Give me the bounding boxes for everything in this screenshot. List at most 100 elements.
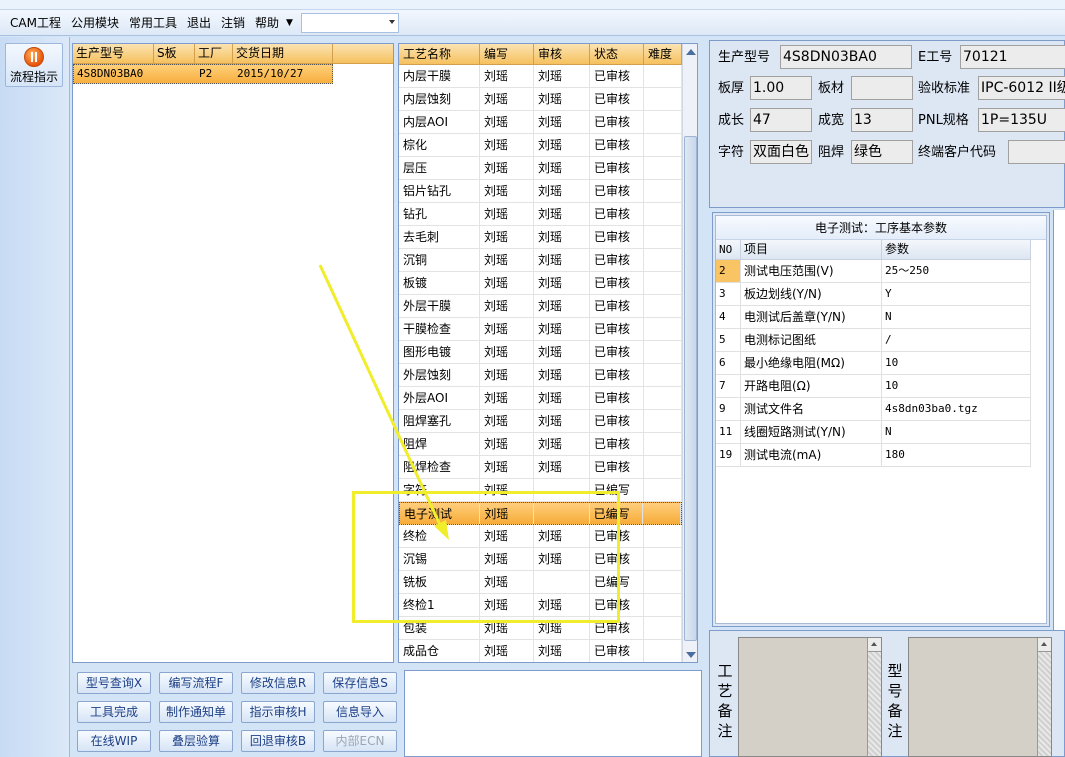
material-field[interactable] bbox=[851, 76, 913, 100]
process-note-scrollbar[interactable] bbox=[867, 638, 881, 756]
table-row[interactable]: 铣板 刘瑶 已编写 bbox=[399, 571, 682, 594]
action-button[interactable]: 回退审核B bbox=[241, 730, 315, 752]
action-button[interactable]: 指示审核H bbox=[241, 701, 315, 723]
menu-more-arrow[interactable]: ▼ bbox=[284, 10, 295, 36]
action-button[interactable]: 型号查询X bbox=[77, 672, 151, 694]
action-button[interactable]: 修改信息R bbox=[241, 672, 315, 694]
table-row[interactable]: 字符 刘瑶 已编写 bbox=[399, 479, 682, 502]
table-row[interactable]: 成品仓 刘瑶 刘瑶 已审核 bbox=[399, 640, 682, 662]
table-row[interactable]: 内层AOI 刘瑶 刘瑶 已审核 bbox=[399, 111, 682, 134]
material-label: 板材 bbox=[818, 81, 845, 96]
table-row[interactable]: 电子测试 刘瑶 已编写 bbox=[399, 502, 682, 525]
menu-exit[interactable]: 退出 bbox=[182, 10, 216, 36]
table-row[interactable]: 4 电测试后盖章(Y/N) N bbox=[716, 306, 1031, 329]
menu-common-module[interactable]: 公用模块 bbox=[66, 10, 124, 36]
table-row[interactable]: 干膜检查 刘瑶 刘瑶 已审核 bbox=[399, 318, 682, 341]
action-button[interactable]: 叠层验算 bbox=[159, 730, 233, 752]
table-row[interactable]: 11 线圈短路测试(Y/N) N bbox=[716, 421, 1031, 444]
width-field[interactable]: 13 bbox=[851, 108, 913, 132]
model-note-textbox[interactable] bbox=[908, 637, 1052, 757]
col-factory[interactable]: 工厂 bbox=[195, 44, 233, 63]
cell-writer: 刘瑶 bbox=[480, 410, 534, 432]
model-field[interactable]: 4S8DN03BA0 bbox=[780, 45, 912, 69]
standard-field[interactable]: IPC-6012 II级 bbox=[978, 76, 1065, 100]
process-note-textbox[interactable] bbox=[738, 637, 882, 757]
menu-logout[interactable]: 注销 bbox=[216, 10, 250, 36]
table-row[interactable]: 钻孔 刘瑶 刘瑶 已审核 bbox=[399, 203, 682, 226]
table-row[interactable]: 阻焊检查 刘瑶 刘瑶 已审核 bbox=[399, 456, 682, 479]
scroll-down-icon[interactable] bbox=[686, 652, 696, 658]
table-row[interactable]: 沉锡 刘瑶 刘瑶 已审核 bbox=[399, 548, 682, 571]
table-row[interactable]: 内层干膜 刘瑶 刘瑶 已审核 bbox=[399, 65, 682, 88]
chevron-down-icon[interactable] bbox=[388, 19, 395, 24]
table-row[interactable]: 沉铜 刘瑶 刘瑶 已审核 bbox=[399, 249, 682, 272]
mask-field[interactable]: 绿色 bbox=[851, 140, 913, 164]
cell-process-name: 阻焊塞孔 bbox=[399, 410, 480, 432]
model-note-char: 备 bbox=[887, 702, 903, 720]
table-row[interactable]: 阻焊塞孔 刘瑶 刘瑶 已审核 bbox=[399, 410, 682, 433]
model-note-label: 型 号 备 注 bbox=[886, 661, 904, 741]
thickness-field[interactable]: 1.00 bbox=[750, 76, 812, 100]
cell-writer: 刘瑶 bbox=[480, 433, 534, 455]
table-row[interactable]: 终检1 刘瑶 刘瑶 已审核 bbox=[399, 594, 682, 617]
menu-tools[interactable]: 常用工具 bbox=[124, 10, 182, 36]
table-row[interactable]: 9 测试文件名 4s8dn03ba0.tgz bbox=[716, 398, 1031, 421]
action-button[interactable]: 在线WIP bbox=[77, 730, 151, 752]
scroll-up-icon[interactable] bbox=[1038, 638, 1051, 652]
table-row[interactable]: 外层AOI 刘瑶 刘瑶 已审核 bbox=[399, 387, 682, 410]
mask-label: 阻焊 bbox=[818, 145, 845, 160]
table-row[interactable]: 层压 刘瑶 刘瑶 已审核 bbox=[399, 157, 682, 180]
action-button[interactable]: 内部ECN bbox=[323, 730, 397, 752]
pnl-field[interactable]: 1P=135U bbox=[978, 108, 1065, 132]
table-row[interactable]: 4S8DN03BA0 P2 2015/10/27 bbox=[73, 64, 333, 84]
col-status[interactable]: 状态 bbox=[590, 44, 644, 64]
table-row[interactable]: 包装 刘瑶 刘瑶 已审核 bbox=[399, 617, 682, 640]
char-field[interactable]: 双面白色 bbox=[750, 140, 812, 164]
action-button[interactable]: 编写流程F bbox=[159, 672, 233, 694]
menu-cam[interactable]: CAM工程 bbox=[5, 10, 66, 36]
scroll-up-icon[interactable] bbox=[686, 49, 696, 55]
col-no[interactable]: NO bbox=[716, 240, 741, 259]
action-button[interactable]: 制作通知单 bbox=[159, 701, 233, 723]
col-model[interactable]: 生产型号 bbox=[73, 44, 154, 63]
col-param[interactable]: 参数 bbox=[882, 240, 1031, 259]
table-row[interactable]: 外层干膜 刘瑶 刘瑶 已审核 bbox=[399, 295, 682, 318]
process-table-scrollbar[interactable] bbox=[682, 44, 697, 662]
customer-field[interactable] bbox=[1008, 140, 1065, 164]
table-row[interactable]: 2 测试电压范围(V) 25～250 bbox=[716, 260, 1031, 283]
table-row[interactable]: 7 开路电阻(Ω) 10 bbox=[716, 375, 1031, 398]
model-note-scrollbar[interactable] bbox=[1037, 638, 1051, 756]
table-row[interactable]: 3 板边划线(Y/N) Y bbox=[716, 283, 1031, 306]
table-row[interactable]: 去毛刺 刘瑶 刘瑶 已审核 bbox=[399, 226, 682, 249]
table-row[interactable]: 棕化 刘瑶 刘瑶 已审核 bbox=[399, 134, 682, 157]
action-button[interactable]: 工具完成 bbox=[77, 701, 151, 723]
table-row[interactable]: 铝片钻孔 刘瑶 刘瑶 已审核 bbox=[399, 180, 682, 203]
scroll-thumb[interactable] bbox=[684, 136, 697, 641]
col-item[interactable]: 项目 bbox=[741, 240, 882, 259]
action-button[interactable]: 信息导入 bbox=[323, 701, 397, 723]
length-field[interactable]: 47 bbox=[750, 108, 812, 132]
table-row[interactable]: 终检 刘瑶 刘瑶 已审核 bbox=[399, 525, 682, 548]
cell-status: 已审核 bbox=[590, 456, 644, 478]
table-row[interactable]: 阻焊 刘瑶 刘瑶 已审核 bbox=[399, 433, 682, 456]
col-difficulty[interactable]: 难度 bbox=[644, 44, 682, 64]
action-button[interactable]: 保存信息S bbox=[323, 672, 397, 694]
scroll-up-icon[interactable] bbox=[868, 638, 881, 652]
col-writer[interactable]: 编写 bbox=[480, 44, 534, 64]
cell-difficulty bbox=[644, 525, 682, 547]
table-row[interactable]: 图形电镀 刘瑶 刘瑶 已审核 bbox=[399, 341, 682, 364]
table-row[interactable]: 19 测试电流(mA) 180 bbox=[716, 444, 1031, 467]
col-reviewer[interactable]: 审核 bbox=[534, 44, 590, 64]
flow-indicator-button[interactable]: 流程指示 bbox=[5, 43, 63, 87]
table-row[interactable]: 内层蚀刻 刘瑶 刘瑶 已审核 bbox=[399, 88, 682, 111]
table-row[interactable]: 外层蚀刻 刘瑶 刘瑶 已审核 bbox=[399, 364, 682, 387]
col-process-name[interactable]: 工艺名称 bbox=[399, 44, 480, 64]
menu-help[interactable]: 帮助 bbox=[250, 10, 284, 36]
menu-combo-box[interactable] bbox=[300, 12, 399, 33]
eno-field[interactable]: 70121 bbox=[960, 45, 1065, 69]
table-row[interactable]: 6 最小绝缘电阻(MΩ) 10 bbox=[716, 352, 1031, 375]
table-row[interactable]: 5 电测标记图纸 / bbox=[716, 329, 1031, 352]
col-s-board[interactable]: S板 bbox=[154, 44, 195, 63]
table-row[interactable]: 板镀 刘瑶 刘瑶 已审核 bbox=[399, 272, 682, 295]
col-delivery-date[interactable]: 交货日期 bbox=[233, 44, 333, 63]
